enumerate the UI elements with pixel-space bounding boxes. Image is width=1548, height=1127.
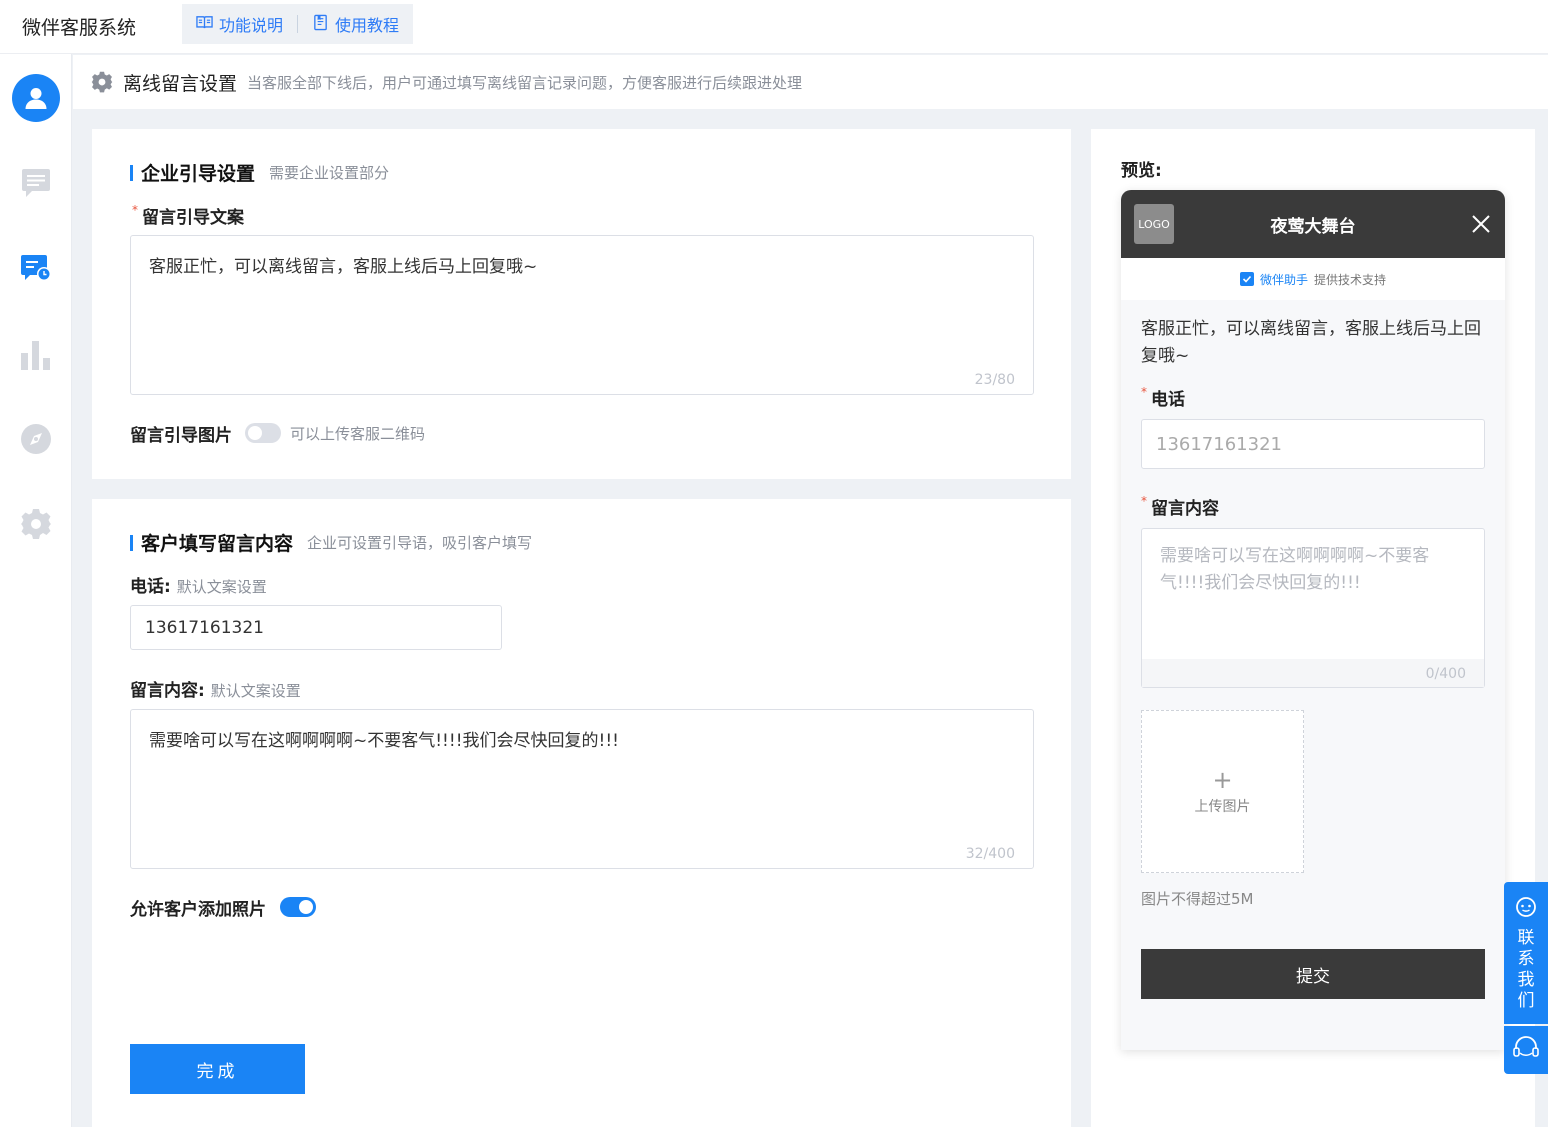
preview-phone-label-text: 电话 [1151,390,1185,410]
sidebar [0,54,72,1127]
preview-title: 夜莺大舞台 [1270,217,1356,237]
preview-content-placeholder: 需要啥可以写在这啊啊啊啊~不要客气!!!!我们会尽快回复的!!! [1160,546,1430,593]
guide-section-description: 需要企业设置部分 [269,164,390,182]
preview-content-label: * 留言内容 [1141,494,1219,519]
document-icon [312,14,329,35]
contact-us-button[interactable]: 联系我们 [1504,882,1548,1024]
user-icon [23,85,49,111]
sidebar-item-offline-message[interactable] [0,244,72,294]
close-icon[interactable] [1469,212,1493,236]
section-accent-bar [130,534,133,551]
preview-content-textarea[interactable]: 需要啥可以写在这啊啊啊啊~不要客气!!!!我们会尽快回复的!!! 0/400 [1141,528,1485,688]
nav-tutorial-label: 使用教程 [335,16,400,35]
guide-image-hint: 可以上传客服二维码 [290,425,426,443]
brand-name: 微伴客服系统 [22,17,137,39]
customer-service-button[interactable] [1504,1026,1548,1074]
required-mark: * [132,203,138,217]
page-description: 当客服全部下线后，用户可通过填写离线留言记录问题，方便客服进行后续跟进处理 [247,73,803,92]
guide-copy-counter: 23/80 [974,372,1015,388]
toggle-knob [248,426,262,440]
plus-icon: + [1212,765,1233,794]
allow-photo-label: 允许客户添加照片 [130,900,266,920]
sidebar-item-messages[interactable] [0,158,72,208]
contact-us-float: 联系我们 [1504,882,1548,1074]
phone-label-text: 电话: [130,577,171,597]
content-label-hint: 默认文案设置 [210,682,301,700]
preview-content-label-text: 留言内容 [1151,499,1219,519]
guide-section-heading: 企业引导设置 需要企业设置部分 [130,159,389,186]
support-row: 微伴助手 提供技术支持 [1121,258,1505,300]
settings-gear-icon [91,71,113,93]
preview-phone-input[interactable]: 13617161321 [1141,419,1485,469]
guide-copy-textarea[interactable]: 客服正忙，可以离线留言，客服上线后马上回复哦~ 23/80 [130,235,1034,395]
upload-image-label: 上传图片 [1194,798,1251,815]
upload-image-hint: 图片不得超过5M [1141,890,1254,908]
preview-widget: LOGO 夜莺大舞台 微伴助手 提供技术支持 客服正忙，可以离线留言，客服上线后… [1121,190,1505,1050]
content-counter: 32/400 [965,846,1015,862]
compass-icon [20,423,52,455]
page-header: 离线留言设置 当客服全部下线后，用户可通过填写离线留言记录问题，方便客服进行后续… [73,55,1548,109]
phone-input-value: 13617161321 [145,617,264,638]
sidebar-item-explore[interactable] [0,414,72,464]
customer-section-description: 企业可设置引导语，吸引客户填写 [307,534,533,552]
headset-icon [1512,1035,1540,1065]
upload-image-button[interactable]: + 上传图片 [1141,710,1304,873]
submit-button[interactable]: 提交 [1141,949,1485,999]
customer-message-card: 客户填写留言内容 企业可设置引导语，吸引客户填写 电话: 默认文案设置 1361… [92,499,1071,1127]
nav-feature-guide[interactable]: 功能说明 [196,12,283,36]
phone-field-label: 电话: 默认文案设置 [130,572,267,597]
bar-chart-icon [20,339,52,371]
chat-clock-icon [19,254,53,284]
toggle-knob [299,900,313,914]
preview-header: LOGO 夜莺大舞台 [1121,190,1505,258]
content-textarea[interactable]: 需要啥可以写在这啊啊啊啊~不要客气!!!!我们会尽快回复的!!! 32/400 [130,709,1034,869]
guide-copy-label: * 留言引导文案 [132,203,244,228]
content-value: 需要啥可以写在这啊啊啊啊~不要客气!!!!我们会尽快回复的!!! [149,731,619,751]
required-mark: * [1141,494,1147,508]
support-brand: 微伴助手 [1259,272,1308,287]
book-icon [196,14,213,35]
chat-bubble-icon [1515,896,1537,922]
nav-tutorial[interactable]: 使用教程 [312,12,399,36]
section-accent-bar [130,164,133,181]
guide-copy-value: 客服正忙，可以离线留言，客服上线后马上回复哦~ [149,257,538,277]
content-label-text: 留言内容: [130,681,205,701]
nav-feature-guide-label: 功能说明 [219,16,284,35]
allow-photo-toggle[interactable] [280,897,316,917]
phone-label-hint: 默认文案设置 [176,578,267,596]
customer-section-heading: 客户填写留言内容 企业可设置引导语，吸引客户填写 [130,529,532,556]
guide-image-toggle[interactable] [245,423,281,443]
preview-card: 预览: LOGO 夜莺大舞台 微伴助手 提供技术支持 客服正忙，可以离线留言，客… [1091,129,1535,1127]
required-mark: * [1141,385,1147,399]
preview-phone-placeholder: 13617161321 [1156,433,1282,455]
top-bar: 微伴客服系统 功能说明 使用教程 [0,0,1548,54]
contact-us-label: 联系我们 [1517,928,1535,1011]
support-text: 提供技术支持 [1314,272,1387,287]
nav-divider [297,15,299,33]
chat-icon [20,168,52,198]
preview-content-counter: 0/400 [1425,666,1466,682]
phone-input[interactable]: 13617161321 [130,605,502,650]
avatar [12,74,60,122]
sidebar-item-statistics[interactable] [0,330,72,380]
guide-settings-card: 企业引导设置 需要企业设置部分 * 留言引导文案 客服正忙，可以离线留言，客服上线… [92,129,1071,479]
top-nav: 功能说明 使用教程 [182,4,414,44]
preview-guide-message: 客服正忙，可以离线留言，客服上线后马上回复哦~ [1141,319,1481,366]
done-button[interactable]: 完成 [130,1044,305,1094]
guide-copy-label-text: 留言引导文案 [142,208,244,228]
content-field-label: 留言内容: 默认文案设置 [130,676,301,701]
guide-image-label: 留言引导图片 [130,426,232,446]
preview-label: 预览: [1121,161,1162,181]
checkmark-icon [1239,272,1254,286]
gear-icon [20,508,52,540]
sidebar-item-settings[interactable] [0,499,72,549]
page-title: 离线留言设置 [123,72,238,95]
guide-section-title: 企业引导设置 [141,163,256,185]
preview-phone-label: * 电话 [1141,385,1185,410]
sidebar-item-user[interactable] [0,73,72,123]
customer-section-title: 客户填写留言内容 [141,533,294,555]
